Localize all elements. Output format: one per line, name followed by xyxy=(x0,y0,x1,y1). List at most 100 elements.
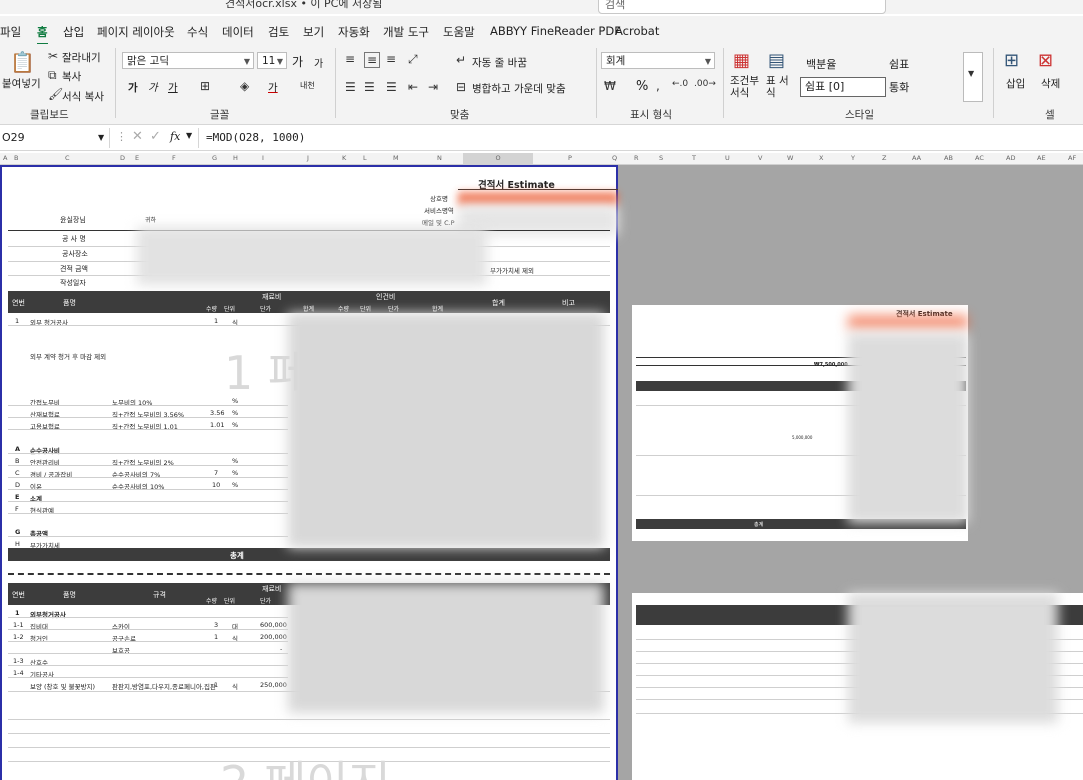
column-header[interactable]: V xyxy=(758,154,762,162)
style-currency[interactable]: 통화 xyxy=(889,79,909,95)
decrease-indent-icon[interactable]: ⇤ xyxy=(408,80,418,94)
tab-formulas[interactable]: 수식 xyxy=(187,24,208,40)
column-header[interactable]: R xyxy=(634,154,639,162)
align-right-icon[interactable]: ☰ xyxy=(386,80,397,94)
shrink-font-button[interactable]: 가 xyxy=(314,55,323,70)
insert-button[interactable]: 삽입 xyxy=(1006,76,1025,91)
worksheet-grid[interactable]: 견적서 Estimate 상호명 서비스명역 메일 및 C.P 윤실장님 귀하 … xyxy=(0,165,1083,780)
orientation-icon[interactable]: ⤢ xyxy=(408,52,418,67)
decrease-decimal-icon[interactable]: .00→ xyxy=(694,79,716,89)
column-header[interactable]: F xyxy=(172,154,176,162)
tab-view[interactable]: 보기 xyxy=(303,24,324,40)
column-header[interactable]: U xyxy=(725,154,730,162)
tab-automate[interactable]: 자동화 xyxy=(338,24,370,40)
currency-icon[interactable]: ₩ xyxy=(604,79,616,93)
column-header[interactable]: J xyxy=(307,154,309,162)
increase-indent-icon[interactable]: ⇥ xyxy=(428,80,438,94)
column-header[interactable]: T xyxy=(692,154,696,162)
tab-home[interactable]: 홈 xyxy=(37,24,48,45)
conditional-format-button[interactable]: 조건부 서식 xyxy=(730,75,762,99)
column-header[interactable]: G xyxy=(212,154,217,162)
number-format-select[interactable]: 회계 ▼ xyxy=(601,52,715,69)
column-header[interactable]: Q xyxy=(612,154,617,162)
insert-function-button[interactable]: fx xyxy=(170,130,180,143)
column-header[interactable]: AA xyxy=(912,154,921,162)
column-header[interactable]: Y xyxy=(851,154,855,162)
bold-button[interactable]: 가 xyxy=(128,80,138,95)
phonetic-button[interactable]: 내천 xyxy=(300,80,315,91)
paste-icon[interactable]: 📋 xyxy=(10,50,35,74)
font-size-select[interactable]: 11 ▼ xyxy=(257,52,287,69)
grow-font-button[interactable]: 가 xyxy=(292,53,303,70)
border-icon[interactable]: ⊞ xyxy=(200,79,210,93)
column-header[interactable]: N xyxy=(437,154,442,162)
tab-acrobat[interactable]: Acrobat xyxy=(615,24,659,38)
column-header[interactable]: I xyxy=(262,154,264,162)
percent-button[interactable]: % xyxy=(636,79,648,94)
format-painter-icon[interactable]: 🖌 xyxy=(48,87,63,101)
tab-data[interactable]: 데이터 xyxy=(222,24,254,40)
wrap-text-icon[interactable]: ↵ xyxy=(456,53,466,67)
align-middle-icon[interactable]: ≡ xyxy=(364,52,381,68)
column-header[interactable]: B xyxy=(14,154,18,162)
column-header[interactable]: E xyxy=(135,154,139,162)
italic-button[interactable]: 가 xyxy=(148,80,158,95)
styles-scroll-button[interactable]: ▼ xyxy=(963,52,983,102)
column-header[interactable]: AE xyxy=(1037,154,1046,162)
tab-review[interactable]: 검토 xyxy=(268,24,289,40)
format-as-table-icon[interactable]: ▤ xyxy=(768,50,785,71)
column-header[interactable]: X xyxy=(819,154,823,162)
delete-cells-icon[interactable]: ⊠ xyxy=(1038,50,1053,71)
conditional-format-icon[interactable]: ▦ xyxy=(733,50,750,71)
increase-decimal-icon[interactable]: ←.0 xyxy=(672,79,688,89)
column-header[interactable]: D xyxy=(120,154,125,162)
confirm-icon[interactable]: ✓ xyxy=(150,129,161,144)
column-header[interactable]: K xyxy=(342,154,346,162)
tab-file[interactable]: 파일 xyxy=(0,24,21,40)
wrap-text-button[interactable]: 자동 줄 바꿈 xyxy=(472,55,527,70)
column-header[interactable]: P xyxy=(568,154,572,162)
column-header[interactable]: H xyxy=(233,154,238,162)
column-header[interactable]: C xyxy=(65,154,70,162)
column-header[interactable]: AB xyxy=(944,154,953,162)
formula-input[interactable]: =MOD(O28, 1000) xyxy=(206,131,305,144)
column-header[interactable]: Z xyxy=(882,154,886,162)
style-comma0[interactable]: 쉼표 [0] xyxy=(800,77,886,97)
column-header-selected[interactable]: O xyxy=(463,153,533,164)
insert-cells-icon[interactable]: ⊞ xyxy=(1004,50,1019,71)
comma-style-icon[interactable]: , xyxy=(656,79,660,93)
format-as-table-button[interactable]: 표 서식 xyxy=(766,75,790,99)
copy-button[interactable]: 복사 xyxy=(62,69,81,84)
name-box[interactable]: O29 ▼ xyxy=(0,128,110,148)
align-center-icon[interactable]: ☰ xyxy=(364,80,375,94)
cancel-icon[interactable]: ✕ xyxy=(132,129,143,144)
column-header[interactable]: L xyxy=(363,154,367,162)
copy-icon[interactable]: ⧉ xyxy=(48,68,57,83)
search-box[interactable]: 검색 xyxy=(598,0,886,14)
style-comma[interactable]: 쉼표 xyxy=(889,56,909,72)
column-header[interactable]: AD xyxy=(1006,154,1015,162)
cut-button[interactable]: 잘라내기 xyxy=(62,50,101,65)
tab-help[interactable]: 도움말 xyxy=(443,24,475,40)
column-header[interactable]: AF xyxy=(1068,154,1076,162)
delete-button[interactable]: 삭제 xyxy=(1041,76,1060,91)
paste-button[interactable]: 붙여넣기 xyxy=(2,76,41,91)
font-color-button[interactable]: 가 xyxy=(268,80,278,95)
underline-button[interactable]: 가 xyxy=(168,80,178,95)
column-header[interactable]: A xyxy=(3,154,7,162)
align-left-icon[interactable]: ☰ xyxy=(345,80,356,94)
font-name-select[interactable]: 맑은 고딕 ▼ xyxy=(122,52,254,69)
column-header[interactable]: AC xyxy=(975,154,984,162)
format-painter-button[interactable]: 서식 복사 xyxy=(62,89,104,104)
tab-insert[interactable]: 삽입 xyxy=(63,24,84,40)
merge-center-button[interactable]: 병합하고 가운데 맞춤 xyxy=(472,81,566,96)
column-header[interactable]: S xyxy=(659,154,663,162)
tab-developer[interactable]: 개발 도구 xyxy=(383,24,429,40)
column-header[interactable]: W xyxy=(787,154,793,162)
align-top-icon[interactable]: ≡ xyxy=(345,52,355,66)
merge-icon[interactable]: ⊟ xyxy=(456,80,466,94)
style-percent[interactable]: 백분율 xyxy=(806,56,836,72)
column-header[interactable]: M xyxy=(393,154,399,162)
tab-page-layout[interactable]: 페이지 레이아웃 xyxy=(97,24,175,40)
tab-abbyy[interactable]: ABBYY FineReader PDF xyxy=(490,24,621,38)
